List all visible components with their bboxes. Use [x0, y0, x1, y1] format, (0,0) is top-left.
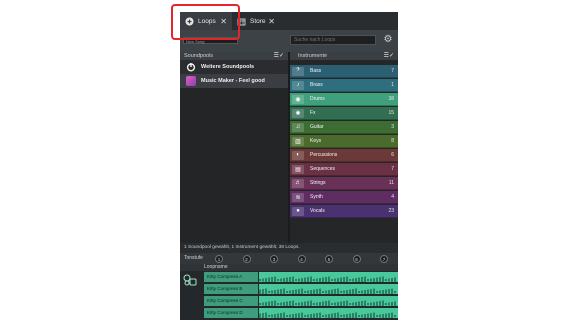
guitar-icon: ♫	[292, 122, 304, 132]
brass-icon: ♪	[292, 80, 304, 90]
instrument-label: Keys	[310, 138, 322, 144]
tonstufe-button-4[interactable]: 4	[297, 254, 306, 263]
loop-name: Kitty Compress B	[204, 283, 258, 294]
loop-name: Kitty Compress A	[204, 271, 258, 282]
instrument-item-bass[interactable]: 𝄢 Bass 7	[290, 65, 398, 78]
power-icon	[186, 62, 196, 72]
soundpool-item-music-maker[interactable]: Music Maker - Feel good	[180, 74, 288, 88]
loop-row[interactable]: Kitty Compress B	[204, 283, 398, 295]
instrument-count: 7	[391, 68, 394, 74]
instrument-item-strings[interactable]: ♬ Strings 11	[290, 177, 398, 190]
instrument-count: 15	[388, 110, 394, 116]
instrument-label: Strings	[310, 180, 326, 186]
loop-waveform	[259, 295, 398, 306]
instrument-item-vocals[interactable]: ● Vocals 23	[290, 205, 398, 218]
loop-name: Kitty Compress D	[204, 307, 258, 318]
search-input[interactable]	[290, 35, 376, 45]
instrument-item-percussions[interactable]: ◐ Percussions 6	[290, 149, 398, 162]
soundpools-list: Weitere Soundpools Music Maker - Feel go…	[180, 60, 288, 243]
loop-list: Kitty Compress A Kitty Compress B Kitty Co…	[180, 271, 398, 320]
instrument-count: 4	[391, 194, 394, 200]
tonstufe-button-3[interactable]: 3	[270, 254, 278, 263]
instruments-list: 𝄢 Bass 7 ♪ Brass 1 ◉ Drums 38 ✺ Fx 15 ♫ Guitar 3 ▥ Keys 8…	[290, 60, 398, 243]
tonstufe-button-7[interactable]: 7	[380, 254, 388, 263]
instruments-header-label: Instrumente	[298, 53, 328, 59]
loops-browser-window: Loops ✕ Store ✕ New Song ⚙ Soundpools ☰✓…	[180, 12, 398, 320]
instrument-count: 3	[391, 124, 394, 130]
tonstufe-bar: Tonstufe 1 2 3 4 5 6 7	[180, 253, 398, 264]
sequences-icon: ▤	[292, 164, 304, 174]
tonstufe-button-6[interactable]: 6	[352, 254, 361, 263]
loop-waveform	[259, 271, 398, 282]
tonstufe-label: Tonstufe	[184, 255, 203, 261]
instrument-item-brass[interactable]: ♪ Brass 1	[290, 79, 398, 92]
status-bar: 1 Soundpool gewählt, 1 Instrument gewähl…	[180, 243, 398, 253]
instrument-count: 38	[388, 96, 394, 102]
vocals-icon: ●	[292, 206, 304, 216]
strings-icon: ♬	[292, 178, 304, 188]
instrument-label: Vocals	[310, 208, 325, 214]
instrument-label: Brass	[310, 82, 323, 88]
highlight-annotation	[171, 4, 240, 40]
instrument-label: Bass	[310, 68, 322, 74]
tonstufe-button-2[interactable]: 2	[242, 254, 251, 263]
pool-thumbnail	[186, 76, 196, 86]
instrument-label: Drums	[310, 96, 325, 102]
loop-name: Kitty Compress C	[204, 295, 258, 306]
fx-icon: ✺	[292, 108, 304, 118]
instrument-count: 6	[391, 152, 394, 158]
soundpools-header-label: Soundpools	[184, 53, 214, 59]
keys-icon: ▥	[292, 136, 304, 146]
instrument-item-keys[interactable]: ▥ Keys 8	[290, 135, 398, 148]
instrument-label: Percussions	[310, 152, 338, 158]
instrument-item-fx[interactable]: ✺ Fx 15	[290, 107, 398, 120]
soundpool-label: Weitere Soundpools	[201, 64, 255, 70]
gear-icon[interactable]: ⚙	[382, 34, 394, 46]
instrument-label: Synth	[310, 194, 323, 200]
loop-waveform	[259, 307, 398, 318]
instrument-label: Sequences	[310, 166, 336, 172]
instrument-item-sequences[interactable]: ▤ Sequences 7	[290, 163, 398, 176]
bass-icon: 𝄢	[292, 66, 304, 76]
drums-icon	[183, 273, 197, 286]
tonstufe-button-5[interactable]: 5	[325, 254, 333, 263]
loop-list-header: Loopname	[180, 264, 398, 271]
close-icon[interactable]: ✕	[268, 17, 275, 26]
instrument-label: Guitar	[310, 124, 324, 130]
instrument-item-guitar[interactable]: ♫ Guitar 3	[290, 121, 398, 134]
soundpool-item-weitere[interactable]: Weitere Soundpools	[180, 60, 288, 74]
soundpools-header: Soundpools ☰✓	[180, 52, 288, 60]
soundpool-label: Music Maker - Feel good	[201, 78, 265, 84]
instrument-count: 7	[391, 166, 394, 172]
instruments-header: Instrumente ☰✓	[290, 52, 398, 60]
instrument-count: 11	[388, 180, 394, 186]
tab-store-label: Store	[250, 17, 266, 25]
filter-list-icon[interactable]: ☰✓	[274, 52, 284, 60]
filter-list-icon[interactable]: ☰✓	[384, 52, 394, 60]
loop-row[interactable]: Kitty Compress D	[204, 307, 398, 319]
instrument-count: 23	[388, 208, 394, 214]
loopname-header: Loopname	[204, 264, 228, 270]
drums-icon: ◉	[292, 94, 304, 104]
instrument-count: 8	[391, 138, 394, 144]
loop-row[interactable]: Kitty Compress C	[204, 295, 398, 307]
tonstufe-button-1[interactable]: 1	[215, 254, 223, 263]
loop-row[interactable]: Kitty Compress A	[204, 271, 398, 283]
instrument-item-drums[interactable]: ◉ Drums 38	[290, 93, 398, 106]
instrument-label: Fx	[310, 110, 316, 116]
loop-waveform	[259, 283, 398, 294]
percussion-icon: ◐	[292, 150, 304, 160]
instrument-count: 1	[391, 82, 394, 88]
instrument-item-synth[interactable]: ≋ Synth 4	[290, 191, 398, 204]
synth-icon: ≋	[292, 192, 304, 202]
